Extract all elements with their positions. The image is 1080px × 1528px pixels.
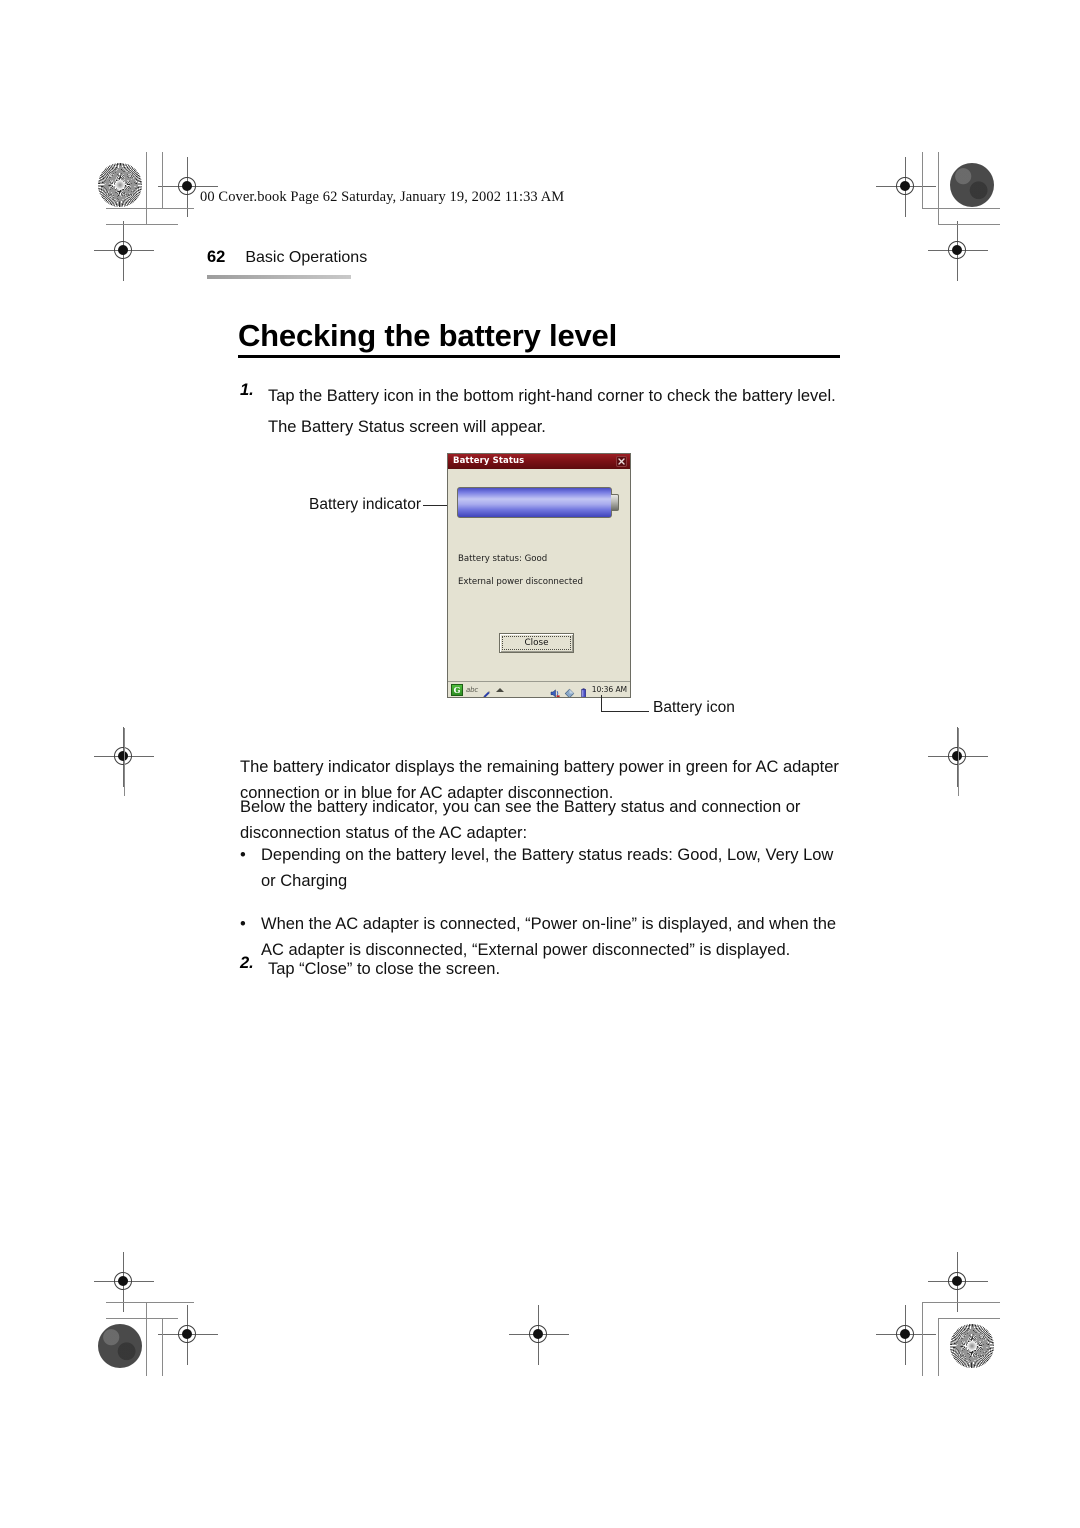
start-icon[interactable]: G — [451, 683, 463, 696]
leader-line-battery-icon-vertical — [601, 695, 603, 712]
step-1-body: Tap the Battery icon in the bottom right… — [268, 381, 836, 443]
running-head-rule — [207, 275, 351, 279]
step-1: 1. Tap the Battery icon in the bottom ri… — [240, 381, 845, 443]
diamond-icon[interactable] — [564, 684, 575, 697]
battery-indicator-graphic — [457, 487, 623, 518]
external-power-text: External power disconnected — [458, 577, 583, 587]
battery-icon[interactable] — [578, 684, 589, 697]
window-titlebar: Battery Status — [448, 454, 630, 469]
taskbar-right-group: 10:36 AM — [550, 684, 627, 697]
page-title: Checking the battery level — [238, 318, 617, 353]
step-2-number: 2. — [240, 954, 254, 972]
bullet-marker: • — [240, 846, 246, 864]
speaker-icon[interactable] — [550, 684, 561, 697]
taskbar-left-group: G abc — [451, 683, 504, 697]
step-2: 2. Tap “Close” to close the screen. — [240, 954, 845, 985]
caret-up-icon[interactable] — [495, 687, 504, 692]
list-item: • Depending on the battery level, the Ba… — [240, 843, 845, 894]
step-2-body: Tap “Close” to close the screen. — [268, 960, 501, 978]
pen-icon[interactable] — [481, 685, 491, 697]
taskbar-clock: 10:36 AM — [591, 685, 627, 694]
callout-battery-indicator: Battery indicator — [309, 496, 421, 513]
battery-indicator-fill — [457, 487, 612, 518]
callout-battery-icon: Battery icon — [653, 699, 735, 716]
section-name: Basic Operations — [245, 249, 368, 266]
battery-status-screen: Battery Status Battery status: Good Exte… — [447, 453, 631, 698]
input-mode-label[interactable]: abc — [466, 686, 478, 694]
battery-status-text: Battery status: Good — [458, 554, 548, 564]
close-button[interactable]: Close — [499, 633, 574, 653]
close-icon[interactable] — [616, 456, 627, 467]
window-title: Battery Status — [453, 456, 525, 467]
paragraph-below-indicator: Below the battery indicator, you can see… — [240, 798, 801, 842]
file-print-stamp: 00 Cover.book Page 62 Saturday, January … — [200, 189, 565, 205]
page-number: 62 — [207, 248, 226, 266]
device-taskbar: G abc 10:36 AM — [448, 681, 630, 697]
document-page: 00 Cover.book Page 62 Saturday, January … — [0, 0, 1080, 1528]
leader-line-battery-icon-horizontal — [601, 711, 649, 713]
step-1-line-2: The Battery Status screen will appear. — [268, 418, 546, 436]
close-button-label: Close — [524, 638, 549, 648]
bullet-text: Depending on the battery level, the Batt… — [261, 846, 834, 890]
running-head: 62 Basic Operations — [207, 248, 367, 267]
step-1-number: 1. — [240, 381, 254, 399]
battery-terminal-cap — [611, 494, 619, 511]
title-underline-rule — [238, 355, 840, 359]
step-1-line-1: Tap the Battery icon in the bottom right… — [268, 387, 836, 405]
